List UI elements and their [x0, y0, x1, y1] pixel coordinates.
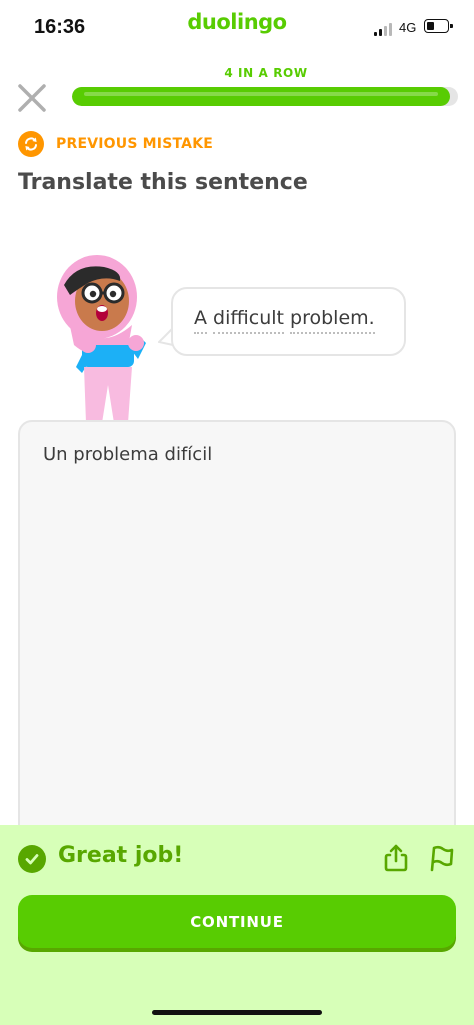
feedback-panel: Great job! CONTINUE — [0, 825, 474, 1025]
feedback-title: Great job! — [58, 843, 184, 868]
streak-label: 4 IN A ROW — [224, 66, 308, 80]
answer-textarea[interactable]: Un problema difícil — [18, 420, 456, 860]
flag-icon — [430, 845, 454, 872]
previous-mistake-tag: PREVIOUS MISTAKE — [18, 130, 213, 158]
home-indicator — [152, 1010, 322, 1015]
network-type: 4G — [399, 20, 417, 35]
sentence-word[interactable]: problem. — [290, 307, 375, 334]
speech-bubble: A difficult problem. — [171, 287, 406, 356]
answer-text: Un problema difícil — [43, 444, 213, 465]
signal-icon — [374, 22, 394, 36]
continue-button[interactable]: CONTINUE — [18, 895, 456, 948]
character-illustration — [57, 255, 146, 423]
previous-mistake-label: PREVIOUS MISTAKE — [56, 136, 214, 152]
refresh-icon — [18, 131, 44, 157]
status-bar: 16:36 duolingo 4G — [0, 0, 474, 56]
check-icon — [18, 845, 46, 873]
lesson-progress-bar — [72, 87, 458, 106]
lesson-progress-fill — [72, 87, 451, 106]
close-icon — [18, 84, 46, 112]
share-icon — [384, 844, 408, 872]
close-button[interactable] — [14, 80, 50, 116]
sentence-word[interactable]: difficult — [213, 307, 284, 334]
prompt-title: Translate this sentence — [18, 170, 308, 195]
source-sentence: A difficult problem. — [194, 307, 375, 334]
report-button[interactable] — [425, 842, 457, 874]
sentence-word[interactable]: A — [194, 307, 207, 334]
share-button[interactable] — [380, 842, 412, 874]
battery-icon — [424, 19, 453, 33]
